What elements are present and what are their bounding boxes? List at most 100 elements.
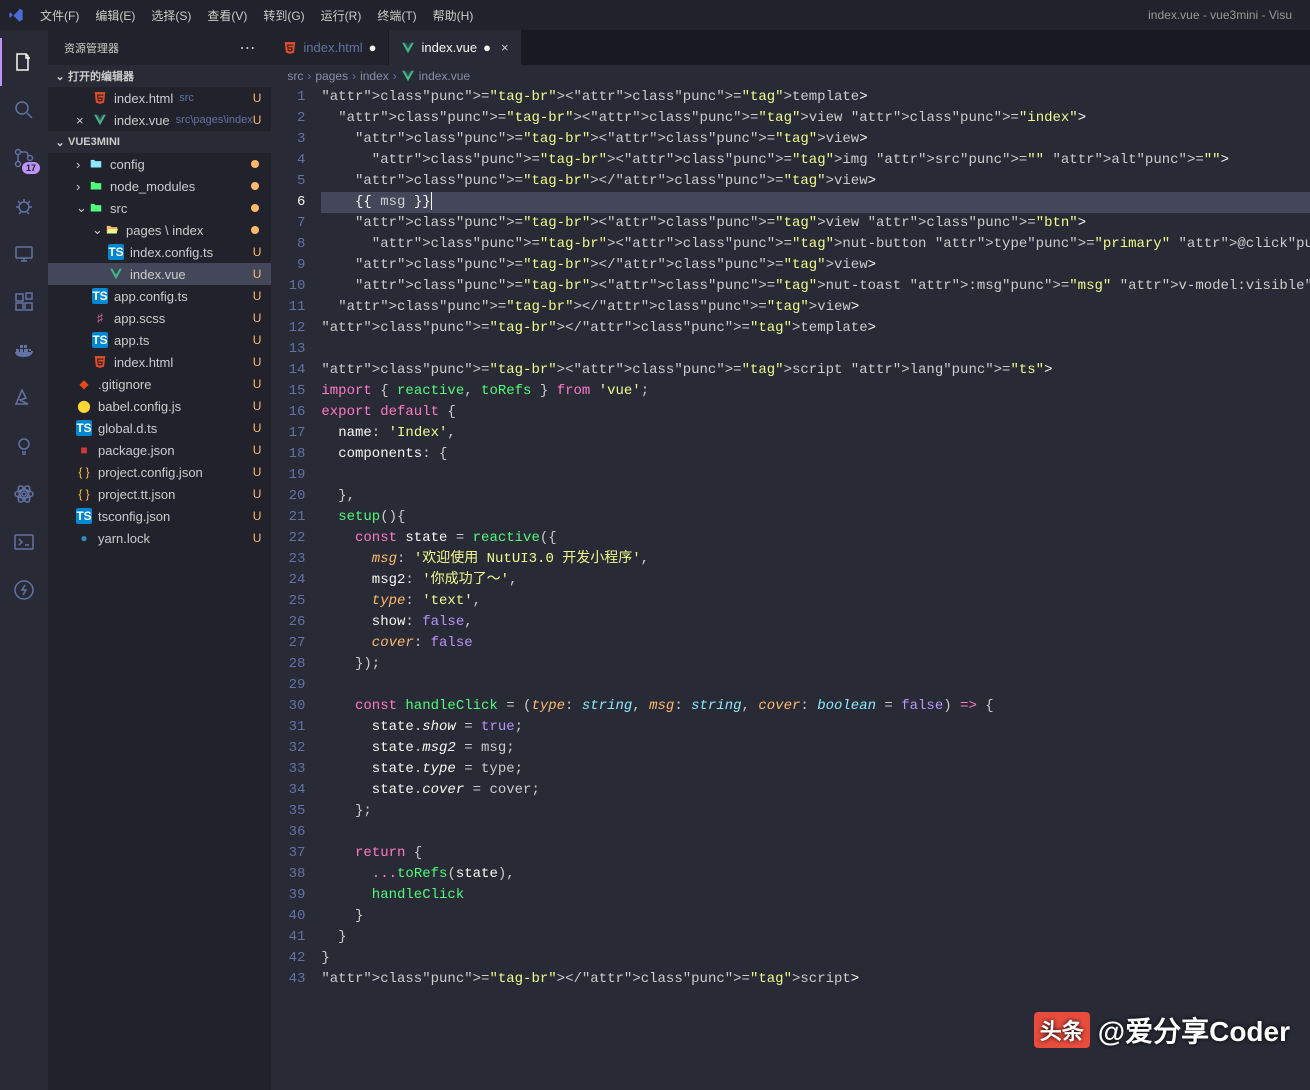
code-line[interactable]: "attr">class"punc">="tag-br"></"attr">cl… <box>321 969 1310 990</box>
tree-item[interactable]: ♯ app.scss U <box>48 307 271 329</box>
code-line[interactable]: const state = reactive({ <box>321 528 1310 549</box>
code-line[interactable] <box>321 675 1310 696</box>
code-line[interactable]: state.show = true; <box>321 717 1310 738</box>
file-name: .gitignore <box>98 377 151 392</box>
atom-icon[interactable] <box>0 470 48 518</box>
menu-item[interactable]: 帮助(H) <box>425 9 482 23</box>
breadcrumb-item[interactable]: pages <box>315 69 348 83</box>
editor-tab[interactable]: index.vue ● × <box>389 30 521 65</box>
tree-item[interactable]: TS index.config.ts U <box>48 241 271 263</box>
code-line[interactable]: "attr">class"punc">="tag-br"><"attr">cla… <box>321 150 1310 171</box>
code-line[interactable]: {{ msg }} <box>321 192 1310 213</box>
debug-icon[interactable] <box>0 182 48 230</box>
code-line[interactable]: return { <box>321 843 1310 864</box>
breadcrumb-item[interactable]: index <box>360 69 389 83</box>
close-icon[interactable]: × <box>76 113 92 128</box>
code-line[interactable]: msg: '欢迎使用 NutUI3.0 开发小程序', <box>321 549 1310 570</box>
code-line[interactable]: import { reactive, toRefs } from 'vue'; <box>321 381 1310 402</box>
tree-item[interactable]: TS app.ts U <box>48 329 271 351</box>
code-line[interactable]: msg2: '你成功了～', <box>321 570 1310 591</box>
code-line[interactable]: "attr">class"punc">="tag-br"></"attr">cl… <box>321 297 1310 318</box>
code-line[interactable]: export default { <box>321 402 1310 423</box>
open-editor-item[interactable]: index.html src U <box>48 87 271 109</box>
breadcrumb-item[interactable]: index.vue <box>419 69 470 83</box>
code-line[interactable]: const handleClick = (type: string, msg: … <box>321 696 1310 717</box>
explorer-icon[interactable] <box>0 38 48 86</box>
open-editors-header[interactable]: ⌄ 打开的编辑器 <box>48 65 271 87</box>
tree-item[interactable]: { } project.tt.json U <box>48 483 271 505</box>
code-line[interactable]: name: 'Index', <box>321 423 1310 444</box>
more-icon[interactable]: ⋯ <box>239 38 255 58</box>
file-name: node_modules <box>110 179 195 194</box>
menu-item[interactable]: 转到(G) <box>255 9 312 23</box>
thunder-icon[interactable] <box>0 566 48 614</box>
editor-tab[interactable]: index.html ● <box>271 30 389 65</box>
code-line[interactable]: type: 'text', <box>321 591 1310 612</box>
breadcrumb[interactable]: src ›pages ›index ›index.vue <box>271 65 1310 87</box>
tree-item[interactable]: index.html U <box>48 351 271 373</box>
tree-item[interactable]: { } project.config.json U <box>48 461 271 483</box>
code-line[interactable]: show: false, <box>321 612 1310 633</box>
code-line[interactable]: state.type = type; <box>321 759 1310 780</box>
menu-item[interactable]: 文件(F) <box>32 9 87 23</box>
menu-item[interactable]: 选择(S) <box>143 9 199 23</box>
code-line[interactable]: "attr">class"punc">="tag-br"><"attr">cla… <box>321 108 1310 129</box>
tree-item[interactable]: › node_modules <box>48 175 271 197</box>
tree-item[interactable]: › config <box>48 153 271 175</box>
code-line[interactable]: "attr">class"punc">="tag-br"></"attr">cl… <box>321 318 1310 339</box>
code-line[interactable]: "attr">class"punc">="tag-br"><"attr">cla… <box>321 87 1310 108</box>
code-line[interactable]: "attr">class"punc">="tag-br"><"attr">cla… <box>321 360 1310 381</box>
code-line[interactable]: }); <box>321 654 1310 675</box>
code-line[interactable]: components: { <box>321 444 1310 465</box>
code-line[interactable]: } <box>321 906 1310 927</box>
code-content[interactable]: "attr">class"punc">="tag-br"><"attr">cla… <box>321 87 1310 1090</box>
code-line[interactable]: "attr">class"punc">="tag-br"></"attr">cl… <box>321 255 1310 276</box>
tree-item[interactable]: TS global.d.ts U <box>48 417 271 439</box>
code-line[interactable]: "attr">class"punc">="tag-br"></"attr">cl… <box>321 171 1310 192</box>
project-header[interactable]: ⌄ VUE3MINI <box>48 131 271 153</box>
code-line[interactable]: ...toRefs(state), <box>321 864 1310 885</box>
code-line[interactable]: state.cover = cover; <box>321 780 1310 801</box>
tree-item[interactable]: ⌄ pages \ index <box>48 219 271 241</box>
code-line[interactable]: "attr">class"punc">="tag-br"><"attr">cla… <box>321 129 1310 150</box>
code-line[interactable]: setup(){ <box>321 507 1310 528</box>
tree-item[interactable]: ◆ .gitignore U <box>48 373 271 395</box>
tree-item[interactable]: ⬤ babel.config.js U <box>48 395 271 417</box>
breadcrumb-item[interactable]: src <box>287 69 303 83</box>
remote-icon[interactable] <box>0 230 48 278</box>
file-name: index.config.ts <box>130 245 213 260</box>
bulb-icon[interactable] <box>0 422 48 470</box>
source-control-icon[interactable]: 17 <box>0 134 48 182</box>
menu-item[interactable]: 终端(T) <box>369 9 424 23</box>
open-editor-item[interactable]: × index.vue src\pages\index U <box>48 109 271 131</box>
search-icon[interactable] <box>0 86 48 134</box>
code-line[interactable]: state.msg2 = msg; <box>321 738 1310 759</box>
tree-item[interactable]: index.vue U <box>48 263 271 285</box>
code-line[interactable]: handleClick <box>321 885 1310 906</box>
code-editor[interactable]: 1234567891011121314151617181920212223242… <box>271 87 1310 1090</box>
tree-item[interactable]: ⌄ src <box>48 197 271 219</box>
azure-icon[interactable] <box>0 374 48 422</box>
code-line[interactable]: }; <box>321 801 1310 822</box>
code-line[interactable]: } <box>321 948 1310 969</box>
tree-item[interactable]: TS app.config.ts U <box>48 285 271 307</box>
code-line[interactable]: "attr">class"punc">="tag-br"><"attr">cla… <box>321 276 1310 297</box>
code-line[interactable]: cover: false <box>321 633 1310 654</box>
code-line[interactable]: } <box>321 927 1310 948</box>
menu-item[interactable]: 查看(V) <box>199 9 255 23</box>
extensions-icon[interactable] <box>0 278 48 326</box>
close-icon[interactable]: × <box>501 40 509 55</box>
code-line[interactable]: "attr">class"punc">="tag-br"><"attr">cla… <box>321 234 1310 255</box>
code-line[interactable]: }, <box>321 486 1310 507</box>
tree-item[interactable]: ■ package.json U <box>48 439 271 461</box>
menu-item[interactable]: 编辑(E) <box>87 9 143 23</box>
tree-item[interactable]: TS tsconfig.json U <box>48 505 271 527</box>
code-line[interactable] <box>321 465 1310 486</box>
tree-item[interactable]: ● yarn.lock U <box>48 527 271 549</box>
docker-icon[interactable] <box>0 326 48 374</box>
code-line[interactable] <box>321 339 1310 360</box>
menu-item[interactable]: 运行(R) <box>313 9 370 23</box>
code-line[interactable] <box>321 822 1310 843</box>
terminal-icon[interactable] <box>0 518 48 566</box>
code-line[interactable]: "attr">class"punc">="tag-br"><"attr">cla… <box>321 213 1310 234</box>
